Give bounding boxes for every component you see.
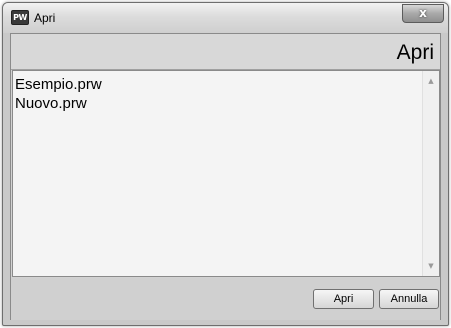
close-button[interactable]: x xyxy=(402,4,444,23)
open-button[interactable]: Apri xyxy=(313,289,374,309)
dialog-content: Apri Esempio.prw Nuovo.prw ▲ ▼ Apri Annu… xyxy=(10,33,441,320)
dialog-footer: Apri Annulla xyxy=(11,278,440,320)
file-list[interactable]: Esempio.prw Nuovo.prw ▲ ▼ xyxy=(12,70,440,277)
app-icon: PW xyxy=(11,10,29,25)
scroll-up-arrow-icon[interactable]: ▲ xyxy=(423,73,439,89)
list-item-esempio[interactable]: Esempio.prw xyxy=(15,75,102,94)
scroll-down-arrow-icon[interactable]: ▼ xyxy=(423,258,439,274)
dialog-window: PW Apri x Apri Esempio.prw Nuovo.prw ▲ ▼… xyxy=(2,2,449,326)
vertical-scrollbar[interactable]: ▲ ▼ xyxy=(422,71,439,276)
title-bar[interactable]: PW Apri x xyxy=(3,3,448,33)
window-title: Apri xyxy=(34,11,56,25)
header-title: Apri xyxy=(396,41,434,64)
list-item-nuovo[interactable]: Nuovo.prw xyxy=(15,94,102,113)
dialog-header: Apri xyxy=(11,34,440,70)
file-list-items: Esempio.prw Nuovo.prw xyxy=(15,75,102,113)
cancel-button[interactable]: Annulla xyxy=(379,289,439,309)
